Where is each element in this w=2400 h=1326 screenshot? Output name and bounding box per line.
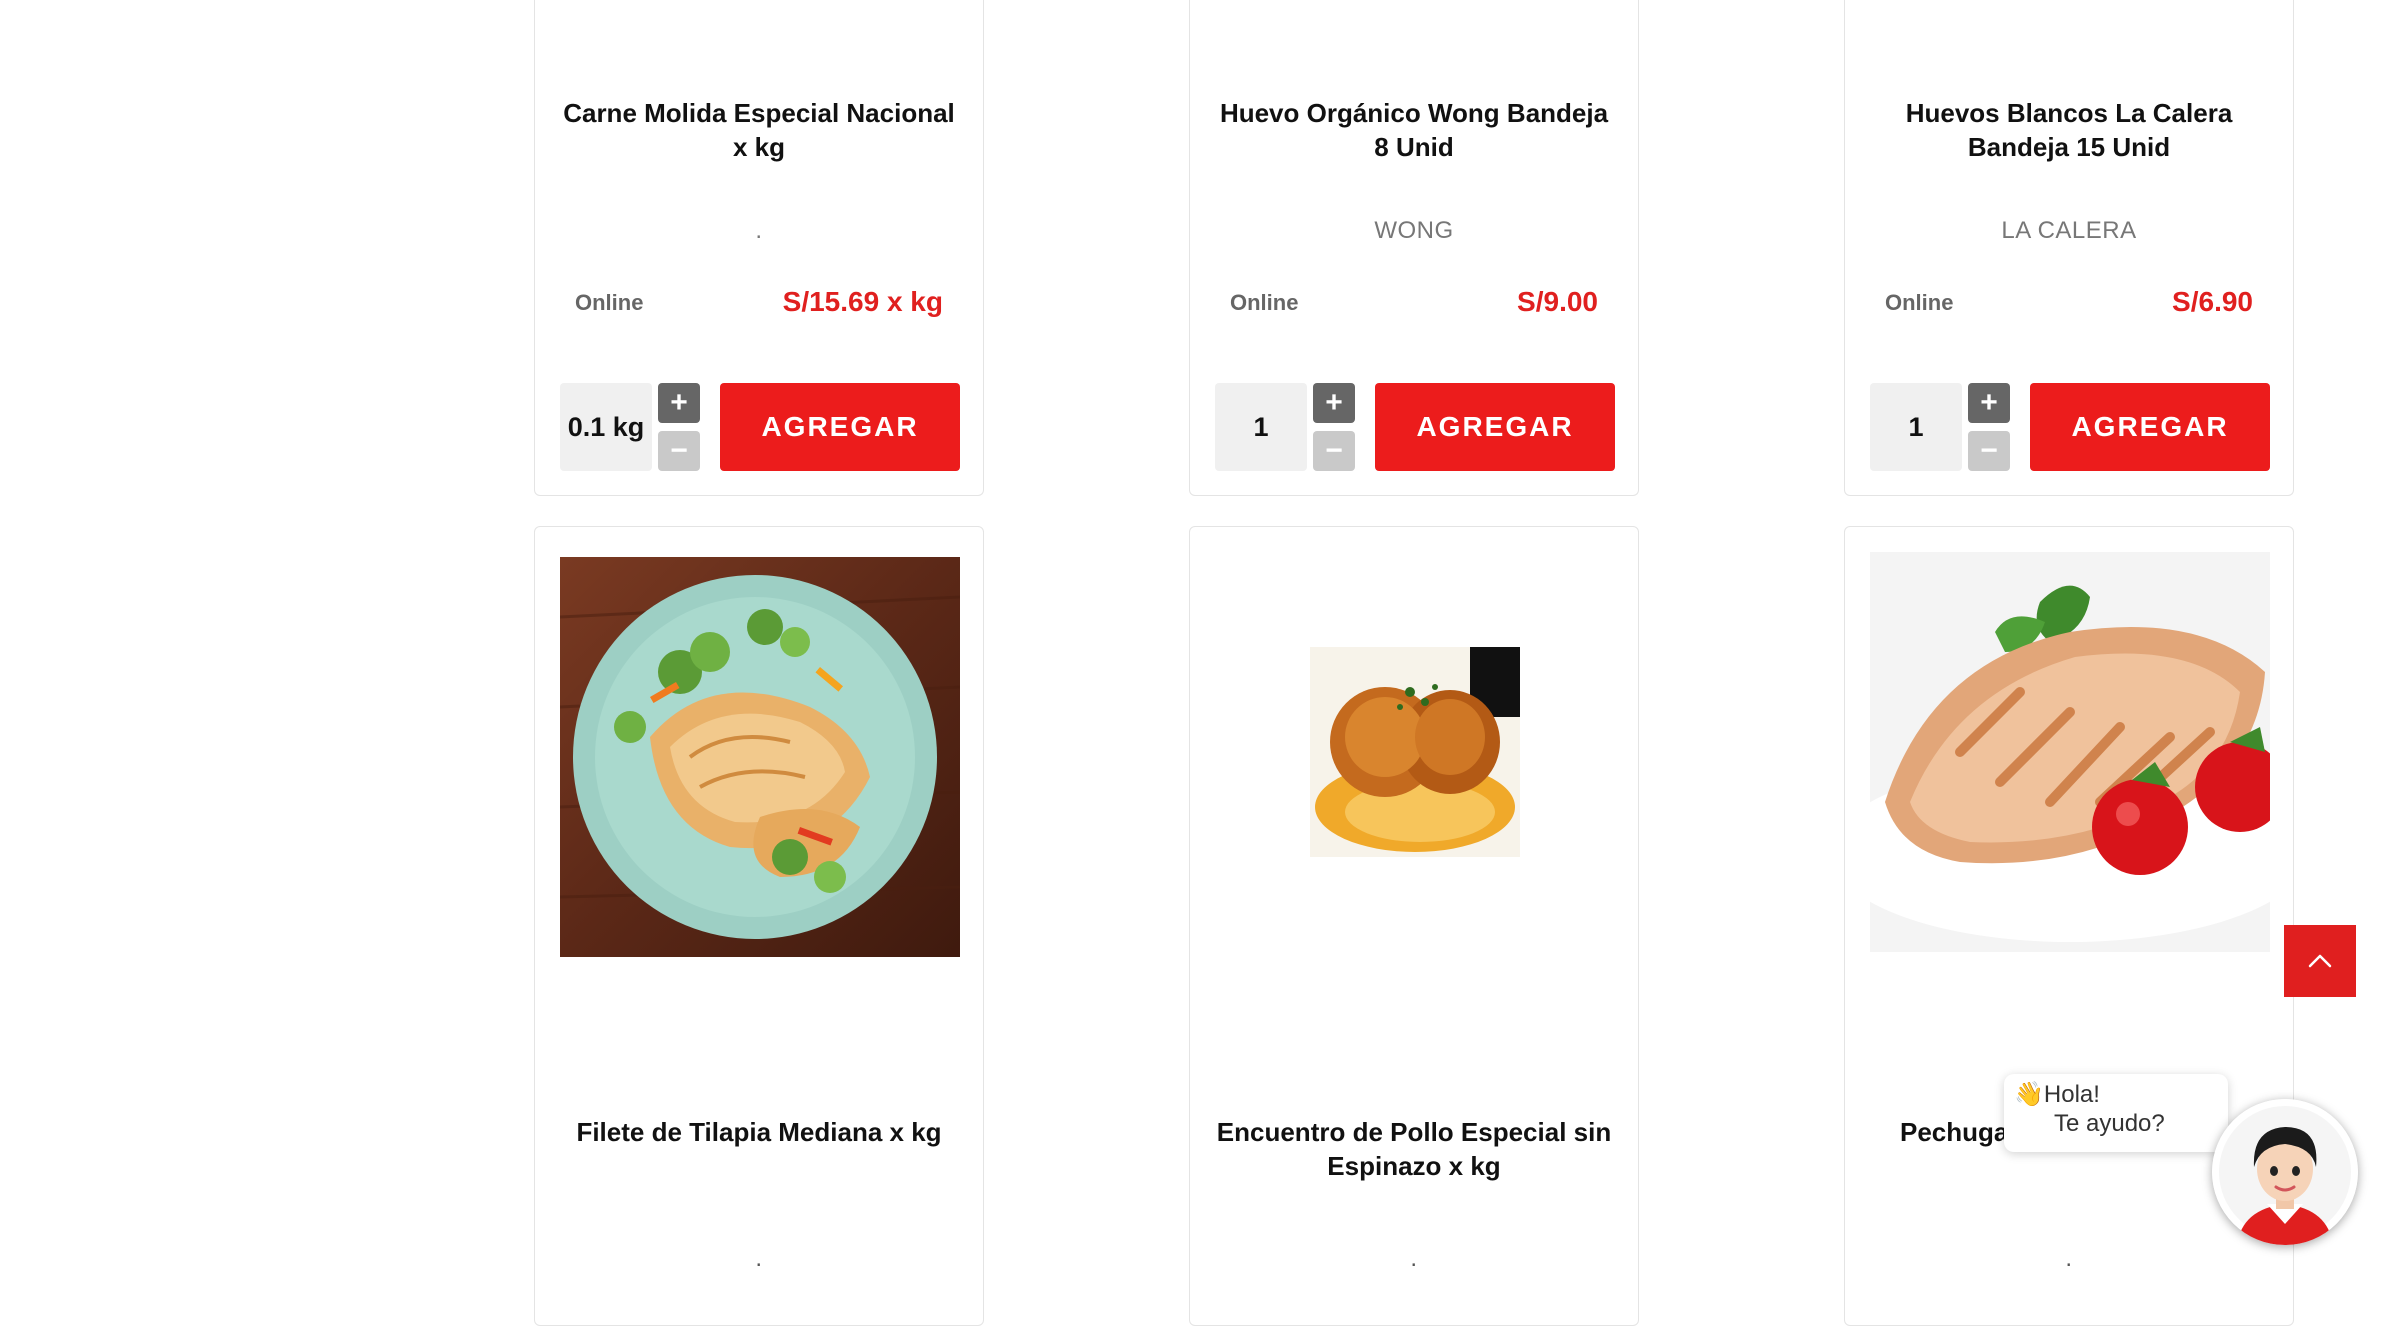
product-price: S/15.69 x kg: [782, 286, 943, 317]
product-image[interactable]: [1870, 552, 2270, 952]
product-brand: .: [1410, 1245, 1418, 1272]
chat-assistant-button[interactable]: [2212, 1099, 2358, 1245]
scroll-to-top-button[interactable]: [2284, 925, 2356, 997]
product-brand: .: [755, 1245, 763, 1272]
quantity-field[interactable]: 0.1 kg: [560, 383, 652, 471]
channel-label: Online: [575, 290, 644, 315]
chat-greeting: 👋Hola!: [2014, 1081, 2100, 1108]
increase-quantity-button[interactable]: +: [1313, 383, 1355, 423]
add-to-cart-button[interactable]: AGREGAR: [2030, 383, 2270, 471]
assistant-avatar-icon: [2212, 1099, 2358, 1245]
product-card: Encuentro de Pollo Especial sin Espinazo…: [1189, 526, 1639, 1326]
product-card: Huevo Orgánico Wong Bandeja 8 Unid WONG …: [1189, 0, 1639, 496]
product-card: Huevos Blancos La Calera Bandeja 15 Unid…: [1844, 0, 2294, 496]
product-name[interactable]: Filete de Tilapia Mediana x kg: [560, 1115, 958, 1149]
product-image[interactable]: [560, 557, 960, 957]
chat-greeting-bubble[interactable]: 👋Hola! Te ayudo?: [2004, 1074, 2228, 1152]
quantity-field[interactable]: 1: [1215, 383, 1307, 471]
add-to-cart-button[interactable]: AGREGAR: [720, 383, 960, 471]
product-card: Filete de Tilapia Mediana x kg .: [534, 526, 984, 1326]
product-name[interactable]: Pechuga: [1900, 1115, 2008, 1149]
channel-label: Online: [1230, 290, 1299, 315]
product-brand: LA CALERA: [2001, 217, 2137, 244]
chat-prompt: Te ayudo?: [2054, 1110, 2165, 1137]
product-price: S/6.90: [2172, 286, 2253, 317]
increase-quantity-button[interactable]: +: [658, 383, 700, 423]
product-brand: .: [755, 217, 763, 244]
product-card: Carne Molida Especial Nacional x kg . On…: [534, 0, 984, 496]
product-name[interactable]: Huevo Orgánico Wong Bandeja 8 Unid: [1215, 96, 1613, 164]
increase-quantity-button[interactable]: +: [1968, 383, 2010, 423]
product-name[interactable]: Carne Molida Especial Nacional x kg: [560, 96, 958, 164]
quantity-field[interactable]: 1: [1870, 383, 1962, 471]
product-image[interactable]: [1310, 647, 1520, 857]
product-name[interactable]: Huevos Blancos La Calera Bandeja 15 Unid: [1870, 96, 2268, 164]
chevron-up-icon: [2308, 954, 2332, 968]
decrease-quantity-button[interactable]: −: [1968, 431, 2010, 471]
decrease-quantity-button[interactable]: −: [1313, 431, 1355, 471]
add-to-cart-button[interactable]: AGREGAR: [1375, 383, 1615, 471]
channel-label: Online: [1885, 290, 1954, 315]
product-name[interactable]: Encuentro de Pollo Especial sin Espinazo…: [1215, 1115, 1613, 1183]
product-brand: WONG: [1374, 217, 1454, 244]
product-price: S/9.00: [1517, 286, 1598, 317]
decrease-quantity-button[interactable]: −: [658, 431, 700, 471]
product-brand: .: [2065, 1245, 2073, 1272]
